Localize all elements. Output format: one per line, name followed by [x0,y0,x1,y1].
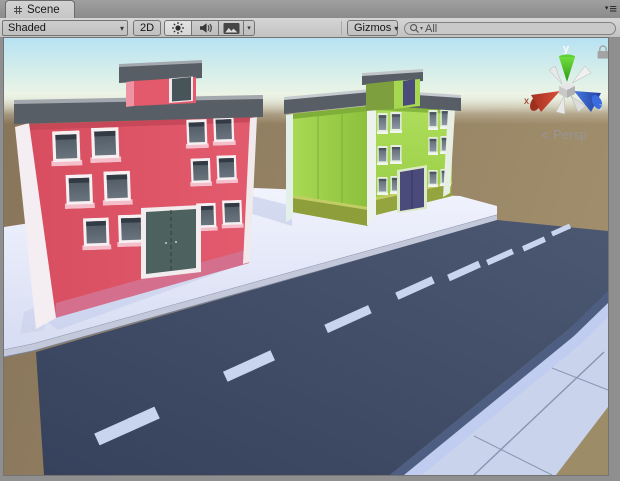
speaker-icon [198,21,212,35]
gizmos-dropdown[interactable]: Gizmos ▾ [347,20,398,36]
chevron-down-icon: ▾ [117,24,127,33]
shading-mode-dropdown[interactable]: Shaded ▾ [2,20,128,36]
scene-search-field[interactable]: ▾ [404,22,616,35]
projection-text: Persp [553,127,587,142]
shading-mode-label: Shaded [8,22,46,34]
corner-trim [367,104,376,226]
axis-x-label: x [524,96,529,107]
effects-dropdown-arrow[interactable]: ▾ [243,20,255,36]
scene-viewport-canvas[interactable]: x y z < Persp [4,38,608,475]
2d-toggle-button[interactable]: 2D [133,20,161,36]
unity-scene-view-window: Scene ▾ ≡ Shaded ▾ 2D [0,0,620,481]
effects-toggle-button[interactable] [218,20,244,36]
projection-arrow: < [541,127,549,143]
2d-label: 2D [140,22,154,34]
gizmos-label: Gizmos [354,22,391,34]
entrance-door [397,165,427,213]
view-option-buttons: ▾ [164,20,255,36]
axis-z-label: z [599,102,604,113]
toolbar-divider [341,21,342,35]
chevron-down-icon: ▾ [247,24,251,32]
roof-penthouse [119,60,202,107]
image-icon [223,22,240,35]
projection-label[interactable]: < Persp [541,127,587,143]
panel-menu-arrow: ▾ [605,4,609,14]
roof-penthouse [362,69,423,111]
magnifier-icon [409,23,420,34]
axis-y-label: y [563,43,570,55]
chevron-down-icon: ▾ [391,24,401,33]
audio-toggle-button[interactable] [191,20,219,36]
corner-trim [286,114,293,222]
panel-menu-bars: ≡ [609,4,617,14]
tab-label: Scene [27,4,60,16]
grid-icon [13,5,23,15]
tab-bar: Scene ▾ ≡ [0,0,620,18]
panel-menu-icon[interactable]: ▾ ≡ [605,4,617,14]
tab-scene[interactable]: Scene [5,0,75,18]
entrance-door [141,205,201,279]
search-input[interactable] [425,23,611,34]
search-filter-arrow: ▾ [420,25,423,32]
sun-icon [171,21,185,35]
lighting-toggle-button[interactable] [164,20,192,36]
scene-toolbar: Shaded ▾ 2D [0,18,620,38]
